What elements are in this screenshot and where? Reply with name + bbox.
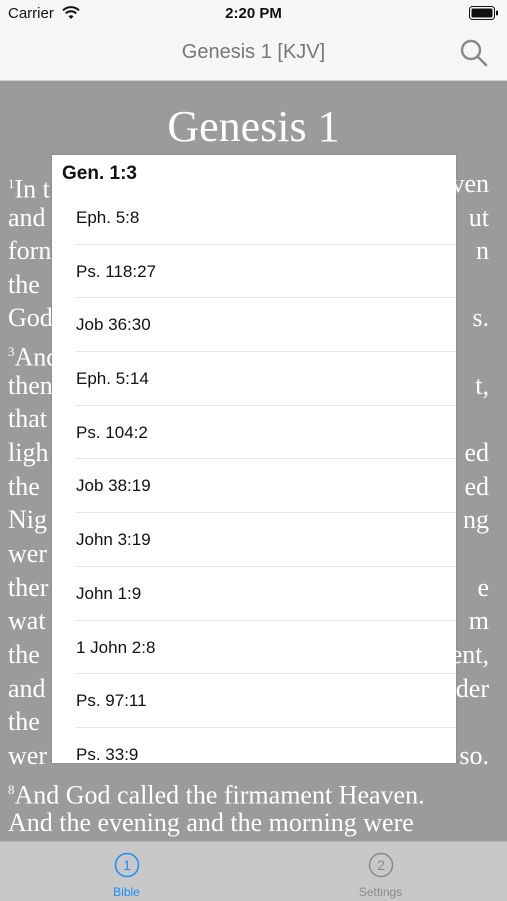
reference-label: John 1:9 [76, 583, 142, 603]
verse-line-9: And the evening and the morning were [8, 808, 414, 837]
bible-tab-icon: 1 [114, 852, 139, 878]
cross-reference-popup: Gen. 1:3 Eph. 5:8 Ps. 118:27 Job 36:30 E… [52, 155, 456, 763]
verse-fragment: so. [459, 741, 489, 770]
verse-fragment: ed [464, 438, 489, 467]
tab-settings[interactable]: 2 Settings [254, 842, 507, 901]
verse-fragment: ven [451, 169, 489, 198]
verse-fragment: ng [463, 505, 489, 534]
reference-item[interactable]: 1 John 2:8 [76, 621, 456, 675]
tab-bible[interactable]: 1 Bible [0, 842, 253, 901]
reference-label: 1 John 2:8 [76, 637, 156, 657]
verse-fragment: der [455, 674, 489, 703]
reference-label: Ps. 97:11 [76, 691, 147, 711]
reference-item[interactable]: Ps. 33:9 [76, 728, 456, 763]
reference-item[interactable]: Ps. 104:2 [76, 406, 456, 460]
reference-item[interactable]: Eph. 5:14 [76, 352, 456, 406]
reference-label: John 3:19 [76, 530, 151, 550]
navigation-bar: Genesis 1 [KJV] [0, 28, 507, 81]
verse-fragment: ent, [450, 640, 489, 669]
tab-label: Bible [113, 885, 140, 899]
reference-item[interactable]: Ps. 118:27 [76, 245, 456, 299]
reference-item[interactable]: John 1:9 [76, 567, 456, 621]
reference-label: Eph. 5:8 [76, 208, 140, 227]
reference-label: Ps. 118:27 [76, 261, 157, 281]
reference-item[interactable]: Job 36:30 [76, 298, 456, 353]
settings-tab-icon: 2 [368, 852, 393, 878]
nav-title: Genesis 1 [KJV] [181, 41, 326, 63]
verse-fragment: n [476, 236, 489, 265]
reference-label: Job 38:19 [76, 476, 151, 496]
verse-fragment: e [477, 573, 489, 602]
reference-label: Job 36:30 [76, 315, 151, 335]
reference-label: Eph. 5:14 [76, 369, 149, 389]
battery-icon [469, 6, 498, 20]
status-time: 2:20 PM [225, 5, 282, 22]
status-bar: Carrier 2:20 PM [0, 0, 507, 28]
svg-text:2: 2 [377, 857, 385, 873]
search-icon[interactable] [459, 38, 489, 68]
verse-fragment: ut [468, 203, 489, 232]
verse-fragment: t, [475, 371, 489, 400]
reference-label: Ps. 104:2 [76, 422, 148, 442]
reference-label: Ps. 33:9 [76, 744, 139, 763]
reference-item[interactable]: Ps. 97:11 [76, 674, 456, 728]
reference-item[interactable]: Eph. 5:8 [76, 191, 456, 245]
tab-bar: 1 Bible 2 Settings [0, 841, 507, 901]
chapter-title: Genesis 1 [167, 102, 340, 151]
verse-fragment: m [468, 606, 489, 635]
verse-fragment: ed [464, 472, 489, 501]
svg-text:1: 1 [123, 857, 131, 873]
tab-label: Settings [358, 885, 403, 899]
reference-item[interactable]: John 3:19 [76, 513, 456, 567]
popup-title: Gen. 1:3 [62, 163, 137, 184]
reference-list: Eph. 5:8 Ps. 118:27 Job 36:30 Eph. 5:14 … [52, 191, 456, 763]
reference-item[interactable]: Job 38:19 [76, 459, 456, 514]
verse-fragment: s. [472, 303, 489, 332]
